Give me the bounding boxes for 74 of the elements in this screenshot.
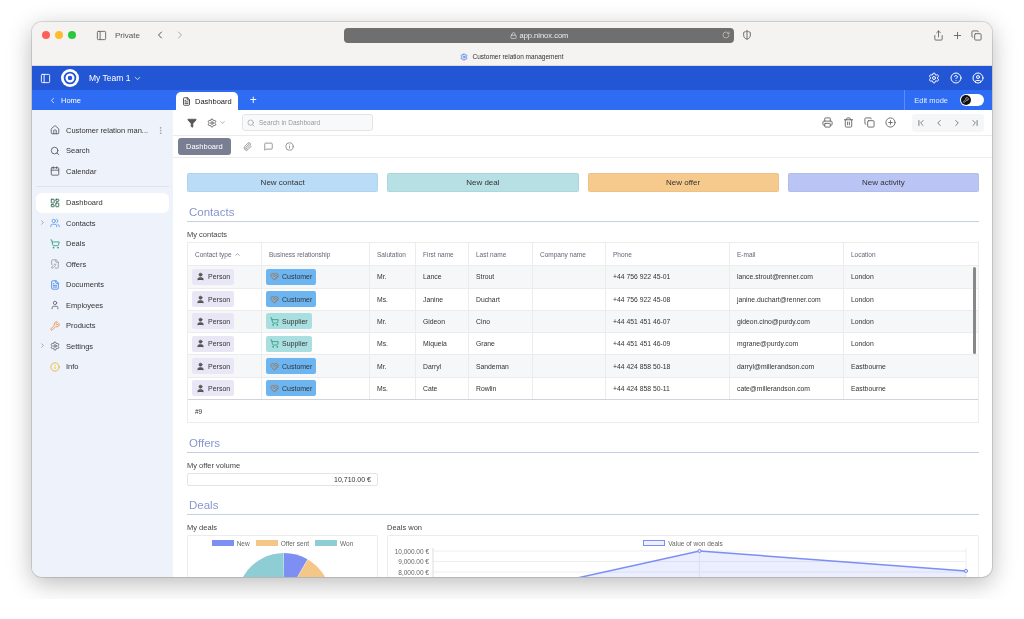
section-heading: Contacts <box>187 206 979 223</box>
add-tab-button[interactable]: + <box>241 90 265 110</box>
paperclip-icon[interactable] <box>242 142 252 151</box>
document-icon <box>50 279 60 290</box>
cart-icon <box>270 339 279 349</box>
wrench-icon <box>963 97 969 103</box>
cart-icon <box>270 316 279 326</box>
help-icon[interactable] <box>950 72 962 84</box>
wrench-icon <box>50 320 60 331</box>
info-icon <box>50 361 60 372</box>
trash-icon[interactable] <box>843 117 854 128</box>
action-button[interactable]: New deal <box>387 173 579 192</box>
dashboard-icon <box>50 197 60 208</box>
home-icon <box>50 125 60 136</box>
calendar-icon <box>50 166 60 177</box>
reload-icon[interactable] <box>721 30 730 39</box>
logo-icon[interactable] <box>61 69 79 87</box>
more-icon[interactable] <box>156 125 165 135</box>
sidebar-toggle-icon[interactable] <box>40 72 51 84</box>
handshake-icon <box>270 361 279 371</box>
handshake-icon <box>270 272 279 282</box>
data-point <box>963 568 969 574</box>
sidebar-icon[interactable] <box>96 29 107 41</box>
print-icon[interactable] <box>822 117 833 128</box>
data-point <box>697 548 702 554</box>
action-button[interactable]: New offer <box>587 173 779 192</box>
gear-icon <box>50 341 60 352</box>
lock-icon <box>509 31 517 39</box>
document-pen-icon <box>50 259 60 270</box>
copy-icon[interactable] <box>864 117 875 128</box>
handshake-icon <box>270 383 279 393</box>
chevron-icon[interactable] <box>39 342 46 349</box>
private-label: Private <box>115 30 140 40</box>
share-icon[interactable] <box>933 29 944 41</box>
action-button[interactable]: New activity <box>787 173 979 192</box>
section-heading: Offers <box>187 437 979 454</box>
person-icon <box>196 339 205 349</box>
document-icon <box>182 96 191 106</box>
person-icon <box>196 316 205 326</box>
person-icon <box>50 300 60 311</box>
shield-icon[interactable] <box>741 30 752 40</box>
cart-icon <box>50 238 60 249</box>
person-icon <box>196 383 205 393</box>
chevron-icon[interactable] <box>39 219 46 226</box>
team-menu[interactable]: My Team 1 <box>89 73 143 83</box>
section-heading: Deals <box>187 499 979 515</box>
search-icon <box>50 145 60 156</box>
next-record-icon[interactable] <box>952 117 962 128</box>
edit-mode-toggle[interactable] <box>960 94 984 106</box>
plus-icon[interactable] <box>952 29 963 41</box>
minimize-window-button[interactable] <box>55 31 63 39</box>
user-icon[interactable] <box>972 72 984 84</box>
action-button[interactable]: New contact <box>187 173 379 192</box>
comment-icon[interactable] <box>263 142 273 151</box>
info-icon[interactable] <box>284 142 294 151</box>
previous-record-icon[interactable] <box>934 117 944 128</box>
settings-icon[interactable] <box>207 117 217 128</box>
scrollbar[interactable] <box>973 267 976 355</box>
caret-icon[interactable] <box>219 119 226 126</box>
people-icon <box>50 218 60 229</box>
back-icon <box>48 95 57 105</box>
last-record-icon[interactable] <box>970 117 980 128</box>
first-record-icon[interactable] <box>916 117 926 128</box>
favicon-icon <box>460 52 469 61</box>
search-icon <box>247 118 255 127</box>
handshake-icon <box>270 294 279 304</box>
person-icon <box>196 361 205 371</box>
add-icon[interactable] <box>885 117 896 128</box>
person-icon <box>196 294 205 304</box>
close-window-button[interactable] <box>42 31 50 39</box>
zoom-window-button[interactable] <box>68 31 76 39</box>
filter-icon[interactable] <box>187 117 197 128</box>
tabs-icon[interactable] <box>971 29 982 41</box>
person-icon <box>196 272 205 282</box>
